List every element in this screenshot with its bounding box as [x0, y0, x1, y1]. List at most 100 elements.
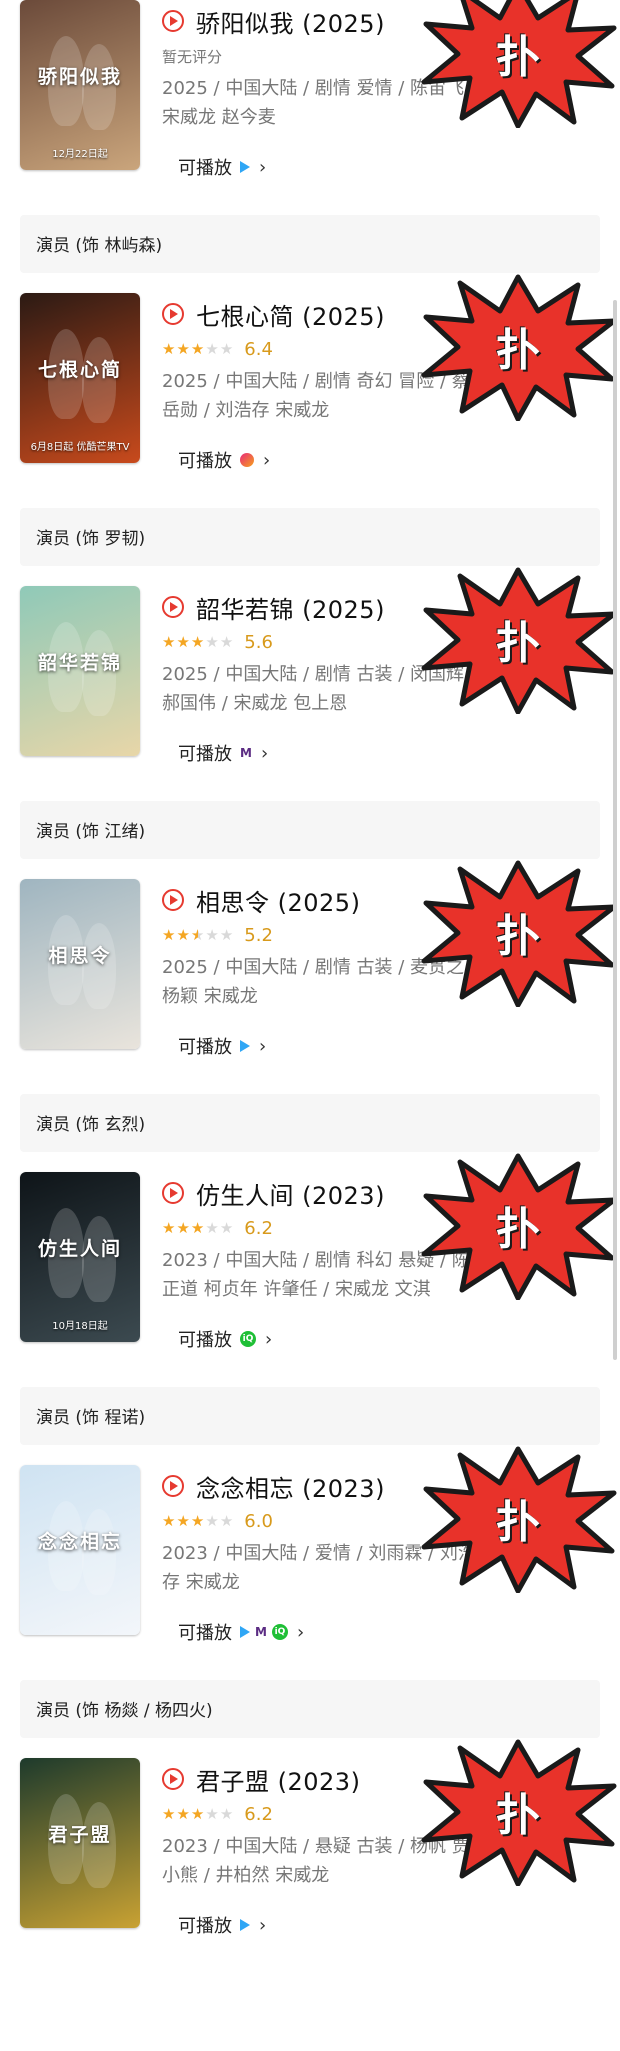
star-icon: ★ [162, 340, 177, 358]
title-row[interactable]: 韶华若锦 (2025) [162, 590, 385, 624]
movie-title[interactable]: 仿生人间 (2023) [196, 1176, 385, 1211]
scrollbar[interactable] [613, 300, 617, 1360]
role-bar[interactable]: 演员 (饰 杨燚 / 杨四火) [20, 1680, 600, 1738]
chevron-right-icon: › [259, 1035, 267, 1057]
iqiyi-icon: iQ [240, 1331, 256, 1347]
role-bar[interactable]: 演员 (饰 林屿森) [20, 215, 600, 273]
role-bar[interactable]: 演员 (饰 玄烈) [20, 1094, 600, 1152]
role-text: 演员 (饰 罗韧) [36, 529, 146, 549]
rating-row: ★★★★★ 6.4 [162, 337, 273, 361]
tencent-video-icon [240, 161, 250, 173]
movie-poster[interactable]: 相思令 [20, 879, 140, 1049]
title-row[interactable]: 仿生人间 (2023) [162, 1176, 385, 1210]
play-circle-icon[interactable] [162, 1182, 184, 1204]
star-rating: ★★★★★ [162, 1805, 234, 1823]
rating-row: ★★★★★ 6.2 [162, 1802, 273, 1826]
poster-title: 念念相忘 [37, 1531, 122, 1553]
movie-poster[interactable]: 君子盟 [20, 1758, 140, 1928]
title-row[interactable]: 骄阳似我 (2025) [162, 4, 385, 38]
star-icon: ★ [219, 1512, 235, 1530]
badge-text: 扑 [496, 1204, 540, 1255]
rating-score: 6.2 [244, 1803, 273, 1825]
movie-poster[interactable]: 七根心简 6月8日起 优酷芒果TV [20, 293, 140, 463]
poster-title: 骄阳似我 [37, 66, 122, 88]
play-circle-icon[interactable] [162, 596, 184, 618]
playable-link[interactable]: 可播放 M › [162, 736, 268, 770]
star-icon: ★ [176, 1512, 191, 1530]
movie-title[interactable]: 骄阳似我 (2025) [196, 4, 385, 39]
movie-title[interactable]: 相思令 (2025) [196, 883, 360, 918]
flop-badge-icon: 扑 [418, 1443, 618, 1593]
rating-score: 6.0 [244, 1510, 273, 1532]
title-row[interactable]: 君子盟 (2023) [162, 1762, 360, 1796]
chevron-right-icon: › [296, 1621, 305, 1643]
playable-label: 可播放 [178, 744, 232, 765]
hunan-tv-icon [240, 453, 254, 467]
playable-label: 可播放 [178, 1623, 232, 1644]
movie-poster[interactable]: 仿生人间 10月18日起 [20, 1172, 140, 1342]
play-circle-icon[interactable] [162, 1768, 184, 1790]
play-circle-icon[interactable] [162, 889, 184, 911]
movie-poster[interactable]: 韶华若锦 [20, 586, 140, 756]
star-rating: ★★★★★ [162, 1512, 234, 1530]
star-icon: ★ [190, 340, 206, 358]
flop-badge-icon: 扑 [418, 564, 618, 714]
movie-card[interactable]: 仿生人间 10月18日起 仿生人间 (2023) ★★★★★ 6.2 2023 / 中国大… [0, 1153, 620, 1465]
rating-score: 5.2 [244, 924, 273, 946]
star-icon: ★ [219, 633, 235, 651]
movie-card[interactable]: 念念相忘 念念相忘 (2023) ★★★★★ 6.0 2023 / 中国大陆 / 爱情 … [0, 1446, 620, 1758]
movie-card[interactable]: 七根心简 6月8日起 优酷芒果TV 七根心简 (2025) ★★★★★ 6.4 2025 … [0, 274, 620, 586]
role-text: 演员 (饰 江绪) [36, 822, 146, 842]
playable-link[interactable]: 可播放 › [162, 443, 270, 477]
playable-label: 可播放 [178, 1037, 232, 1058]
movie-card[interactable]: 相思令 相思令 (2025) ★★★★★ 5.2 2025 / 中国大陆 / 剧情 古装… [0, 860, 620, 1172]
playable-link[interactable]: 可播放 › [162, 1029, 266, 1063]
role-bar[interactable]: 演员 (饰 罗韧) [20, 508, 600, 566]
star-icon: ★ [205, 1219, 220, 1237]
movie-title[interactable]: 韶华若锦 (2025) [196, 590, 385, 625]
role-text: 演员 (饰 玄烈) [36, 1115, 146, 1135]
star-icon: ★ [190, 1805, 206, 1823]
poster-date: 12月22日起 [52, 149, 108, 160]
flop-badge-icon: 扑 [418, 1150, 618, 1300]
role-text: 演员 (饰 林屿森) [36, 236, 163, 256]
play-circle-icon[interactable] [162, 303, 184, 325]
movie-title[interactable]: 君子盟 (2023) [196, 1762, 360, 1797]
movie-poster[interactable]: 念念相忘 [20, 1465, 140, 1635]
chevron-right-icon: › [265, 1328, 273, 1350]
movie-title[interactable]: 七根心简 (2025) [196, 297, 385, 332]
chevron-right-icon: › [259, 156, 267, 178]
chevron-right-icon: › [260, 742, 269, 764]
rating-score: 5.6 [244, 631, 273, 653]
star-rating: ★★★★★ [162, 340, 234, 358]
movie-card[interactable]: 韶华若锦 韶华若锦 (2025) ★★★★★ 5.6 2025 / 中国大陆 / 剧情 … [0, 567, 620, 879]
movie-poster[interactable]: 骄阳似我 12月22日起 [20, 0, 140, 170]
playable-link[interactable]: 可播放 iQ › [162, 1322, 272, 1356]
movie-title[interactable]: 念念相忘 (2023) [196, 1469, 385, 1504]
movie-card[interactable]: 骄阳似我 12月22日起 骄阳似我 (2025) 暂无评分 2025 / 中国大陆 / … [0, 0, 620, 293]
play-circle-icon[interactable] [162, 1475, 184, 1497]
role-text: 演员 (饰 杨燚 / 杨四火) [36, 1701, 213, 1721]
tencent-video-icon [240, 1040, 250, 1052]
star-icon: ★ [176, 1805, 191, 1823]
star-icon: ★ [205, 340, 220, 358]
title-row[interactable]: 念念相忘 (2023) [162, 1469, 385, 1503]
playable-link[interactable]: 可播放 › [162, 1908, 266, 1942]
role-bar[interactable]: 演员 (饰 程诺) [20, 1387, 600, 1445]
playable-label: 可播放 [178, 1330, 232, 1351]
role-bar[interactable]: 演员 (饰 江绪) [20, 801, 600, 859]
title-row[interactable]: 七根心简 (2025) [162, 297, 385, 331]
star-icon: ★ [162, 926, 177, 944]
star-rating: ★★★★★ [162, 926, 234, 944]
play-circle-icon[interactable] [162, 10, 184, 32]
poster-date: 10月18日起 [52, 1321, 108, 1332]
star-icon: ★ [190, 633, 206, 651]
rating-row: 暂无评分 [162, 44, 222, 68]
rating-score: 6.2 [244, 1217, 273, 1239]
star-icon: ★ [190, 1219, 206, 1237]
title-row[interactable]: 相思令 (2025) [162, 883, 360, 917]
movie-card[interactable]: 君子盟 君子盟 (2023) ★★★★★ 6.2 2023 / 中国大陆 / 悬疑 古装… [0, 1739, 620, 2051]
playable-link[interactable]: 可播放 MiQ › [162, 1615, 304, 1649]
playable-link[interactable]: 可播放 › [162, 150, 266, 184]
star-icon: ★ [190, 926, 206, 944]
